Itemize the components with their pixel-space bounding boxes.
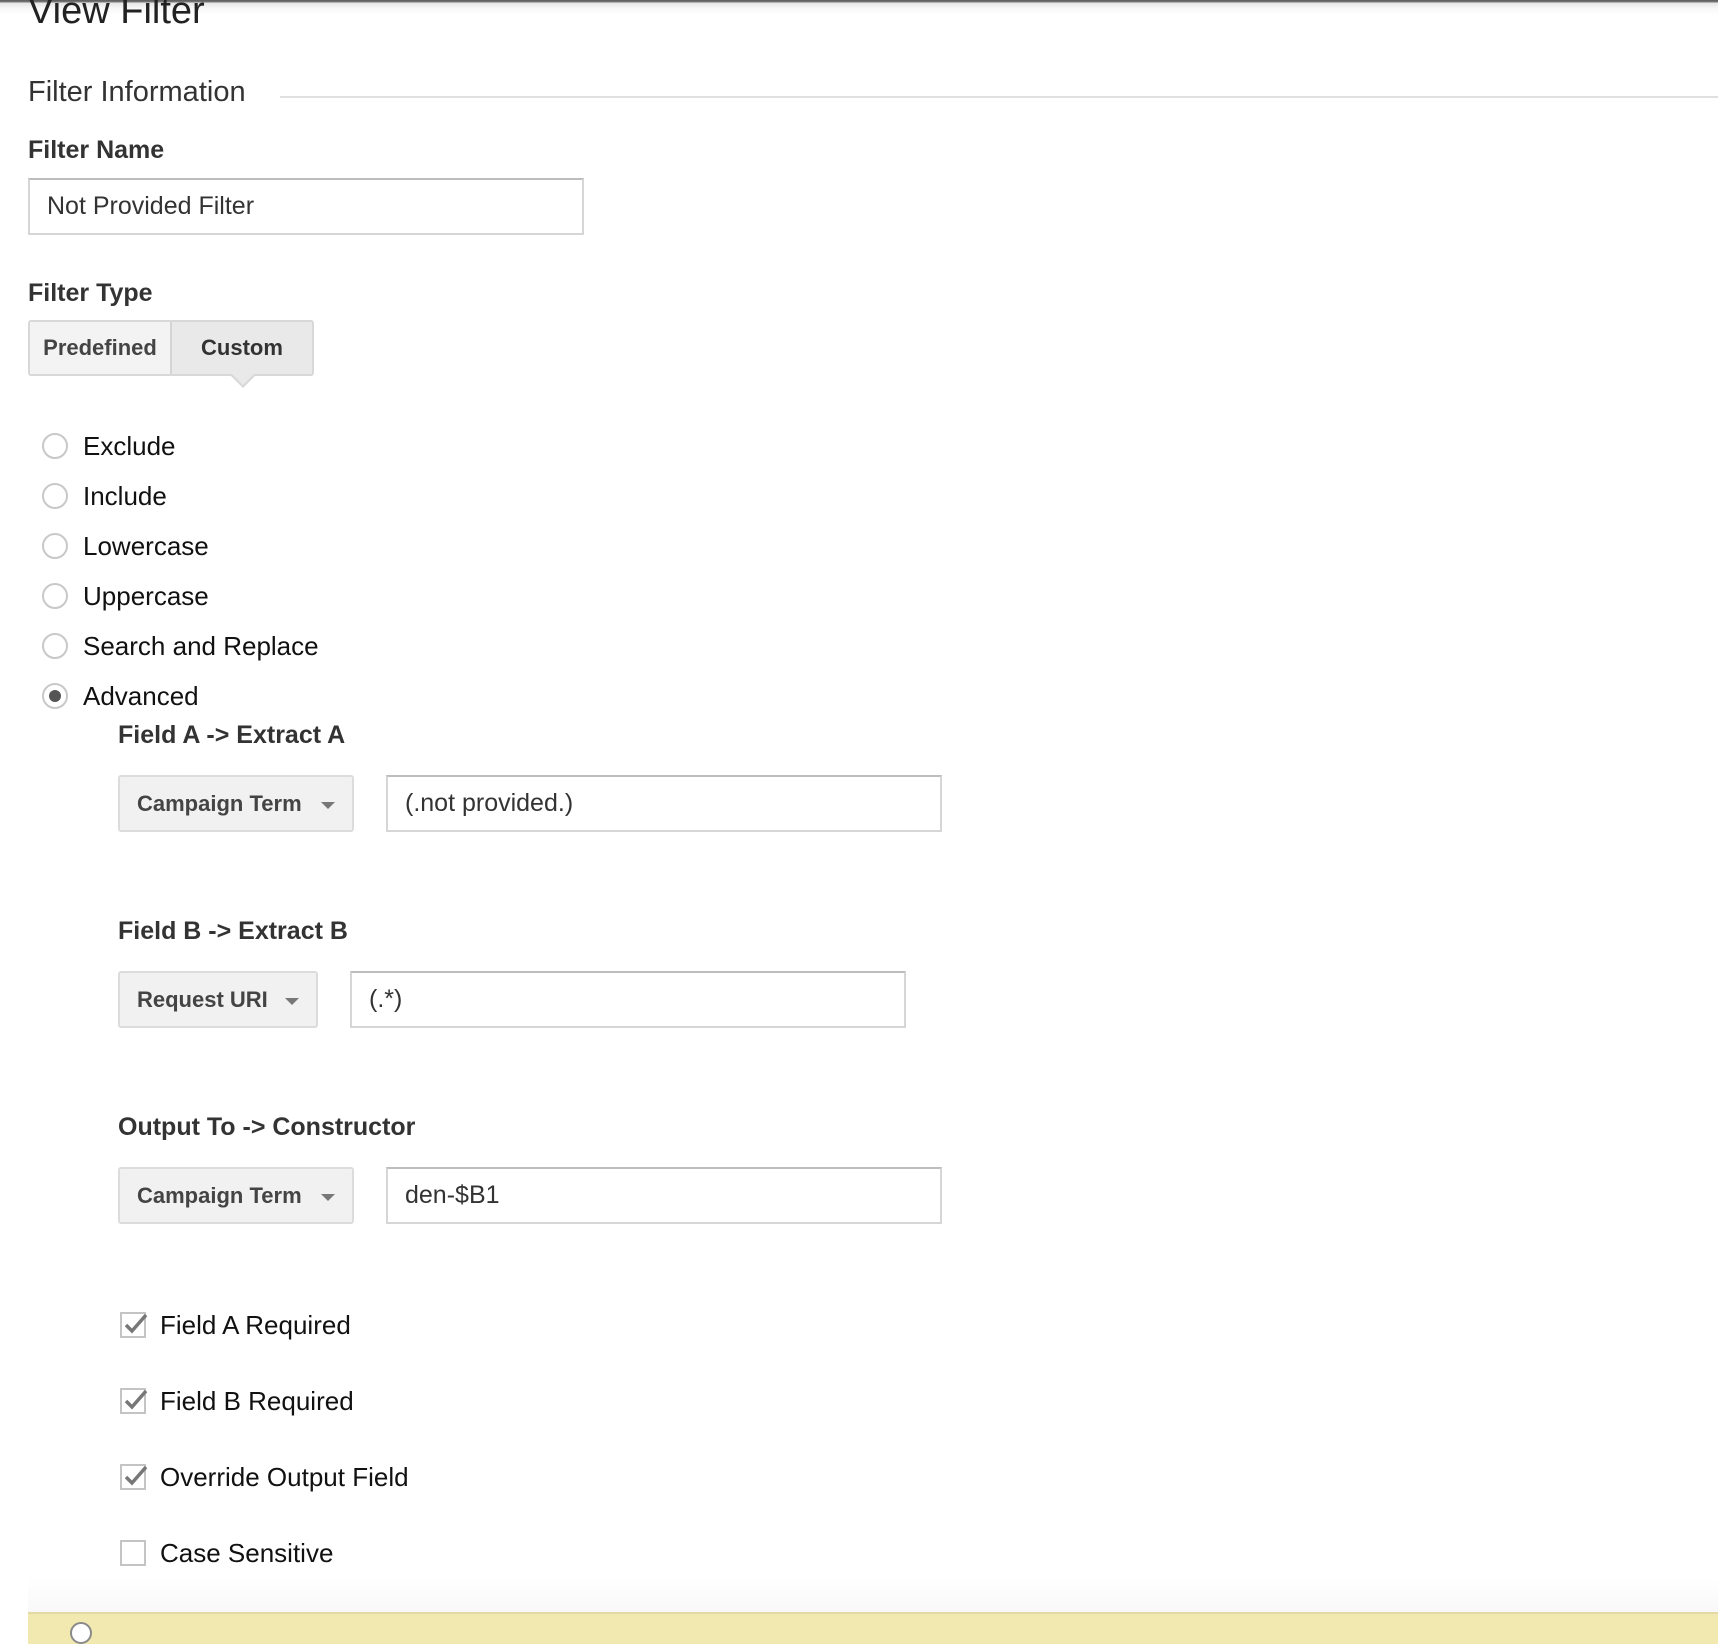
radio-button[interactable]	[42, 533, 68, 559]
output-field-selected-value: Campaign Term	[137, 1182, 302, 1208]
field-b-dropdown[interactable]: Request URI	[118, 971, 318, 1028]
radio-button[interactable]	[42, 433, 68, 459]
checkbox-field-b-required[interactable]: Field B Required	[120, 1381, 354, 1421]
radio-button[interactable]	[42, 483, 68, 509]
window-top-shadow	[0, 0, 1718, 16]
selected-tab-pointer	[229, 373, 257, 388]
field-b-label: Field B -> Extract B	[118, 917, 348, 945]
checkmark-icon	[124, 1389, 148, 1410]
checkbox-field-a-required[interactable]: Field A Required	[120, 1305, 351, 1345]
filter-help-bar	[28, 1612, 1718, 1644]
checkbox-checked[interactable]	[120, 1388, 148, 1414]
radio-button[interactable]	[42, 583, 68, 609]
radio-button-selected[interactable]	[42, 683, 68, 709]
radio-label: Search and Replace	[83, 630, 319, 661]
tab-custom[interactable]: Custom	[172, 322, 312, 374]
checkbox-label: Field A Required	[160, 1309, 351, 1340]
constructor-input[interactable]: den-$B1	[386, 1167, 942, 1224]
field-a-dropdown[interactable]: Campaign Term	[118, 775, 354, 832]
section-title-filter-information: Filter Information	[28, 76, 246, 108]
radio-uppercase[interactable]: Uppercase	[42, 576, 209, 616]
checkbox-checked[interactable]	[120, 1312, 148, 1338]
filter-type-label: Filter Type	[28, 279, 153, 307]
checkbox-override-output-field[interactable]: Override Output Field	[120, 1457, 409, 1497]
radio-button[interactable]	[42, 633, 68, 659]
extract-a-input[interactable]: (.not provided.)	[386, 775, 942, 832]
radio-label: Advanced	[83, 680, 199, 711]
filter-name-input[interactable]: Not Provided Filter	[28, 178, 584, 235]
radio-label: Lowercase	[83, 530, 209, 561]
checkbox-label: Case Sensitive	[160, 1537, 334, 1568]
output-field-dropdown[interactable]: Campaign Term	[118, 1167, 354, 1224]
caret-down-icon	[321, 802, 335, 809]
radio-label: Include	[83, 480, 167, 511]
help-circle-icon[interactable]	[70, 1622, 92, 1644]
extract-b-input[interactable]: (.*)	[350, 971, 906, 1028]
output-to-label: Output To -> Constructor	[118, 1113, 416, 1141]
radio-include[interactable]: Include	[42, 476, 167, 516]
radio-search-and-replace[interactable]: Search and Replace	[42, 626, 319, 666]
filter-name-label: Filter Name	[28, 136, 165, 164]
field-b-selected-value: Request URI	[137, 986, 268, 1012]
caret-down-icon	[321, 1194, 335, 1201]
radio-lowercase[interactable]: Lowercase	[42, 526, 209, 566]
checkbox-label: Field B Required	[160, 1385, 354, 1416]
radio-advanced[interactable]: Advanced	[42, 676, 199, 716]
field-a-selected-value: Campaign Term	[137, 790, 302, 816]
page-title: View Filter	[28, 0, 205, 32]
bottom-fade	[28, 1578, 1718, 1614]
field-a-label: Field A -> Extract A	[118, 721, 346, 749]
section-divider	[280, 96, 1718, 98]
checkbox-unchecked[interactable]	[120, 1540, 146, 1566]
radio-exclude[interactable]: Exclude	[42, 426, 176, 466]
checkbox-case-sensitive[interactable]: Case Sensitive	[120, 1533, 333, 1573]
radio-label: Exclude	[83, 430, 176, 461]
tab-predefined[interactable]: Predefined	[30, 322, 172, 374]
caret-down-icon	[285, 998, 299, 1005]
checkmark-icon	[124, 1465, 148, 1486]
checkmark-icon	[124, 1313, 148, 1334]
radio-label: Uppercase	[83, 580, 209, 611]
checkbox-checked[interactable]	[120, 1464, 148, 1490]
filter-type-toggle: Predefined Custom	[28, 320, 314, 376]
checkbox-label: Override Output Field	[160, 1461, 409, 1492]
